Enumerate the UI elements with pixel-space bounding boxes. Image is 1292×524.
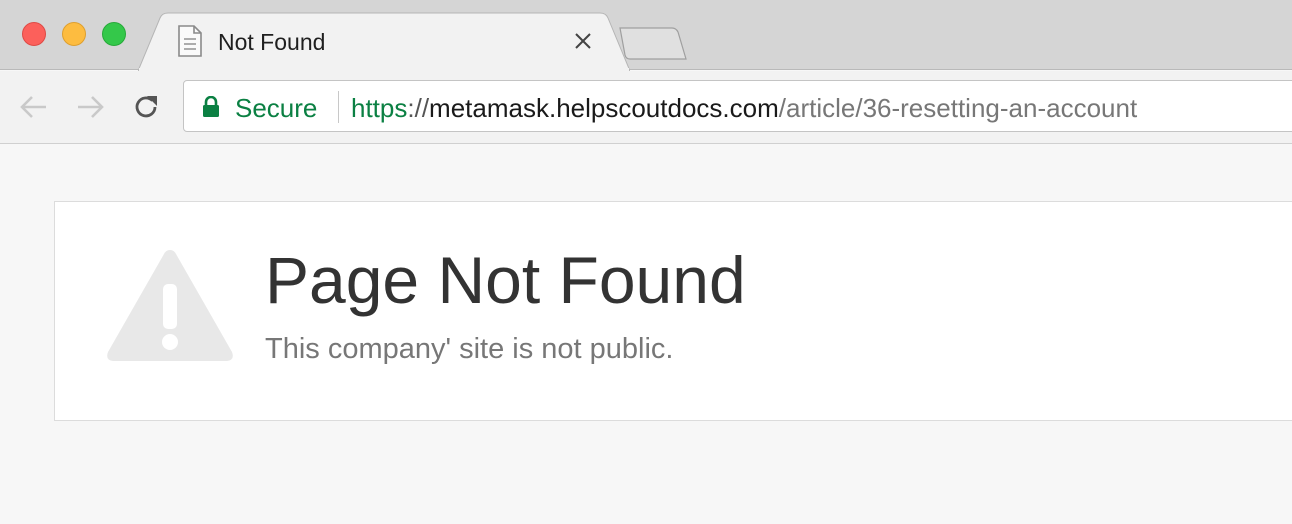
tab-active[interactable]: Not Found [168, 14, 608, 70]
window-maximize-button[interactable] [102, 22, 126, 46]
forward-arrow-icon[interactable] [74, 91, 106, 123]
page-title: Page Not Found [265, 243, 746, 317]
url-scheme-separator: :// [407, 93, 430, 123]
new-tab-button[interactable] [616, 26, 688, 62]
back-arrow-icon[interactable] [18, 91, 50, 123]
warning-icon [105, 246, 235, 369]
url-path: /article/36-resetting-an-account [778, 93, 1138, 123]
address-divider [338, 91, 339, 123]
address-bar[interactable]: Secure https://metamask.helpscoutdocs.co… [183, 80, 1292, 132]
document-icon [176, 25, 204, 62]
url-text[interactable]: https://metamask.helpscoutdocs.com/artic… [351, 93, 1137, 124]
tab-strip: Not Found [0, 0, 1292, 71]
error-card: Page Not Found This company' site is not… [54, 201, 1292, 421]
tab-close-icon[interactable] [572, 30, 594, 52]
url-scheme: https [351, 93, 408, 123]
window-close-button[interactable] [22, 22, 46, 46]
tab-title: Not Found [218, 29, 326, 55]
browser-toolbar: Secure https://metamask.helpscoutdocs.co… [0, 71, 1292, 144]
page-subtitle: This company' site is not public. [265, 333, 674, 365]
reload-icon[interactable] [130, 91, 162, 123]
lock-icon[interactable] [201, 95, 221, 123]
security-label[interactable]: Secure [235, 93, 317, 124]
url-host: metamask.helpscoutdocs.com [429, 93, 779, 123]
window-minimize-button[interactable] [62, 22, 86, 46]
